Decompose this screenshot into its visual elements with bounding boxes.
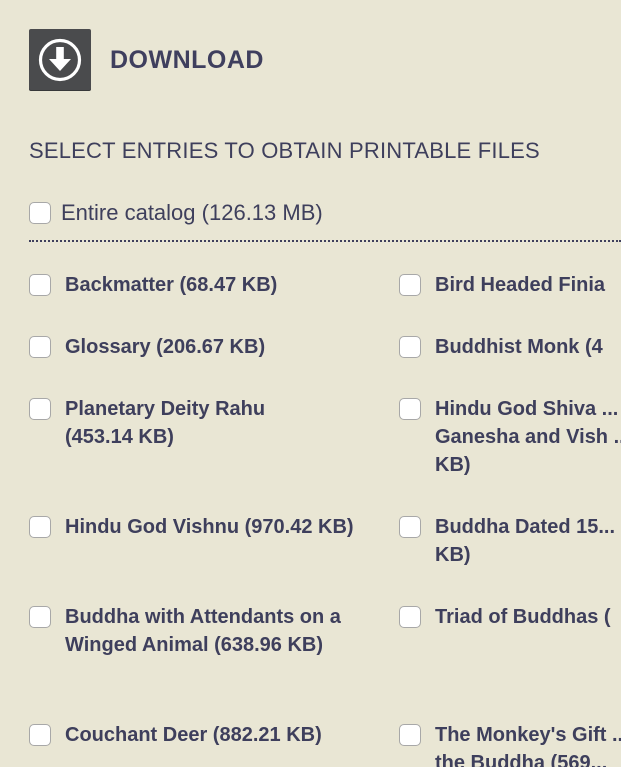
download-title: DOWNLOAD bbox=[110, 45, 264, 74]
entry-checkbox[interactable] bbox=[399, 398, 421, 420]
list-item[interactable]: Couchant Deer (882.21 KB) bbox=[29, 721, 369, 749]
dotted-divider bbox=[29, 240, 621, 242]
entry-label: Backmatter (68.47 KB) bbox=[65, 274, 278, 296]
entry-label: Glossary (206.67 KB) bbox=[65, 336, 266, 358]
entry-checkbox[interactable] bbox=[399, 724, 421, 746]
entry-checkbox[interactable] bbox=[29, 516, 51, 538]
list-item[interactable]: Hindu God Shiva ... Ganesha and Vish ...… bbox=[399, 395, 621, 479]
list-item[interactable]: Triad of Buddhas ( bbox=[399, 603, 621, 631]
entry-checkbox[interactable] bbox=[399, 516, 421, 538]
entry-label: Hindu God Shiva ... Ganesha and Vish ...… bbox=[435, 398, 621, 476]
entry-label: Bird Headed Finia bbox=[435, 274, 606, 296]
list-item[interactable]: Buddha with Attendants on a Winged Anima… bbox=[29, 603, 369, 659]
list-item[interactable]: Glossary (206.67 KB) bbox=[29, 333, 369, 361]
entry-checkbox[interactable] bbox=[399, 336, 421, 358]
entry-label: The Monkey's Gift ... the Buddha (569... bbox=[435, 724, 621, 767]
select-entries-subtitle: SELECT ENTRIES TO OBTAIN PRINTABLE FILES bbox=[29, 138, 540, 163]
list-item[interactable]: Buddha Dated 15... KB) bbox=[399, 513, 621, 569]
entry-checkbox[interactable] bbox=[29, 336, 51, 358]
entry-label: Hindu God Vishnu (970.42 KB) bbox=[65, 516, 354, 538]
entry-checkbox[interactable] bbox=[399, 274, 421, 296]
list-item[interactable]: Hindu God Vishnu (970.42 KB) bbox=[29, 513, 369, 541]
entry-checkbox[interactable] bbox=[29, 398, 51, 420]
download-header: DOWNLOAD bbox=[29, 29, 264, 91]
entry-label: Buddhist Monk (4 bbox=[435, 336, 603, 358]
entire-catalog-label: Entire catalog (126.13 MB) bbox=[61, 200, 323, 226]
list-item[interactable]: The Monkey's Gift ... the Buddha (569... bbox=[399, 721, 621, 767]
entire-catalog-row[interactable]: Entire catalog (126.13 MB) bbox=[29, 200, 323, 226]
entry-checkbox[interactable] bbox=[399, 606, 421, 628]
entry-label: Triad of Buddhas ( bbox=[435, 606, 611, 628]
list-item[interactable]: Planetary Deity Rahu (453.14 KB) bbox=[29, 395, 369, 451]
entry-checkbox[interactable] bbox=[29, 724, 51, 746]
entry-label: Buddha Dated 15... KB) bbox=[435, 516, 616, 566]
entry-label: Buddha with Attendants on a Winged Anima… bbox=[65, 606, 341, 656]
entire-catalog-text: Entire catalog bbox=[61, 200, 196, 225]
list-item[interactable]: Bird Headed Finia bbox=[399, 271, 621, 299]
entire-catalog-checkbox[interactable] bbox=[29, 202, 51, 224]
entire-catalog-size: (126.13 MB) bbox=[201, 200, 323, 225]
entry-label: Couchant Deer (882.21 KB) bbox=[65, 724, 322, 746]
entry-label: Planetary Deity Rahu (453.14 KB) bbox=[65, 398, 266, 448]
list-item[interactable]: Backmatter (68.47 KB) bbox=[29, 271, 369, 299]
entry-checkbox[interactable] bbox=[29, 606, 51, 628]
download-icon[interactable] bbox=[29, 29, 91, 91]
entry-checkbox[interactable] bbox=[29, 274, 51, 296]
list-item[interactable]: Buddhist Monk (4 bbox=[399, 333, 621, 361]
